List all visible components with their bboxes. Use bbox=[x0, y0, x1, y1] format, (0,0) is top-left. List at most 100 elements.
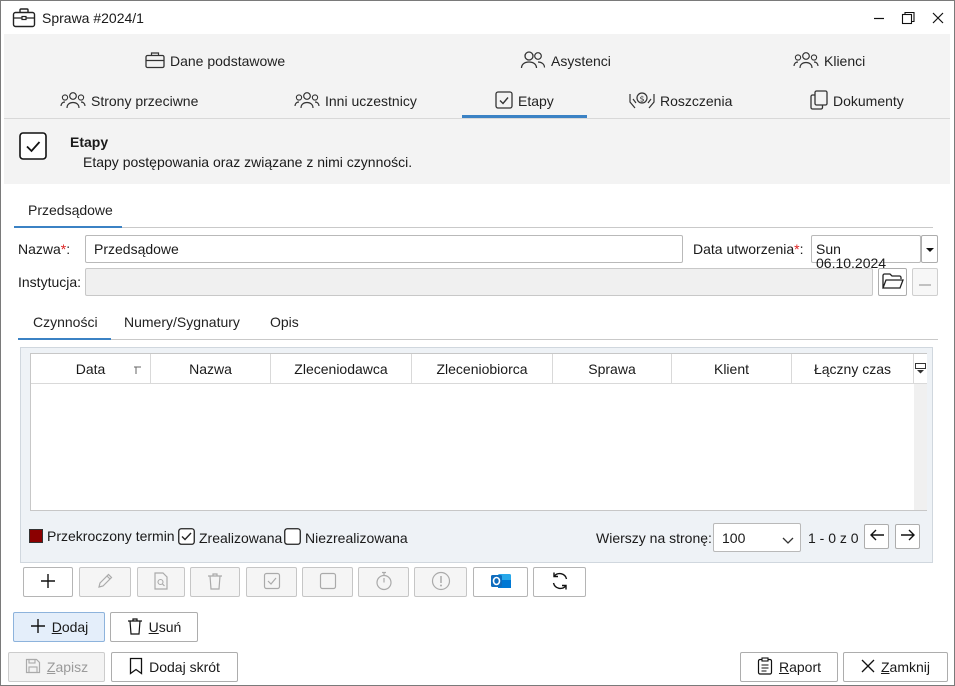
save-button[interactable]: Zapisz bbox=[8, 652, 105, 682]
column-header-data[interactable]: Data bbox=[31, 354, 151, 384]
institution-input[interactable] bbox=[85, 268, 873, 296]
tab-strony-przeciwne[interactable]: Strony przeciwne bbox=[60, 86, 198, 116]
window-title: Sprawa #2024/1 bbox=[42, 10, 144, 26]
arrow-right-icon bbox=[900, 528, 916, 545]
divider bbox=[18, 339, 938, 340]
tab-asystenci[interactable]: Asystenci bbox=[520, 46, 611, 76]
save-icon bbox=[25, 658, 41, 677]
active-stage-indicator bbox=[14, 226, 122, 228]
briefcase-icon bbox=[12, 7, 36, 32]
legend-overdue: Przekroczony termin bbox=[29, 528, 175, 544]
section-header bbox=[9, 119, 947, 183]
group-icon bbox=[793, 50, 819, 73]
tab-klienci[interactable]: Klienci bbox=[793, 46, 865, 76]
column-chooser-icon[interactable] bbox=[914, 354, 927, 384]
window: Sprawa #2024/1 Dane podstawowe Asystenci… bbox=[0, 0, 955, 686]
outlook-button[interactable] bbox=[473, 567, 528, 597]
close-icon[interactable] bbox=[929, 9, 947, 27]
tab-opis[interactable]: Opis bbox=[270, 314, 299, 330]
page-range: 1 - 0 z 0 bbox=[808, 530, 859, 546]
documents-icon bbox=[810, 89, 828, 113]
checkbox-icon bbox=[495, 90, 513, 112]
name-label: Nazwa*: bbox=[18, 241, 71, 257]
legend-done[interactable]: Zrealizowana bbox=[178, 528, 282, 548]
institution-label: Instytucja: bbox=[18, 274, 82, 290]
tab-label: Etapy bbox=[518, 93, 554, 109]
date-label: Data utworzenia*: bbox=[693, 241, 804, 257]
add-activity-button[interactable] bbox=[23, 567, 73, 597]
group-icon bbox=[294, 90, 320, 113]
tab-label: Roszczenia bbox=[660, 93, 733, 109]
people-icon bbox=[520, 50, 546, 73]
money-hands-icon: $ bbox=[629, 90, 655, 113]
legend-not-done[interactable]: Niezrealizowana bbox=[284, 528, 408, 548]
restore-icon[interactable] bbox=[899, 9, 917, 27]
name-input[interactable]: Przedsądowe bbox=[85, 235, 683, 263]
add-icon bbox=[39, 572, 57, 593]
minimize-icon[interactable] bbox=[870, 9, 888, 27]
column-header-sprawa[interactable]: Sprawa bbox=[553, 354, 672, 384]
tab-label: Dokumenty bbox=[833, 93, 904, 109]
next-page-button[interactable] bbox=[895, 524, 920, 549]
checkbox-unchecked-icon[interactable] bbox=[284, 528, 301, 548]
divider bbox=[14, 227, 933, 228]
date-input[interactable]: Sun 06.10.2024 bbox=[811, 235, 921, 270]
square-icon bbox=[319, 572, 337, 593]
column-header-klient[interactable]: Klient bbox=[672, 354, 792, 384]
tab-etapy[interactable]: Etapy bbox=[495, 86, 554, 116]
tab-dokumenty[interactable]: Dokumenty bbox=[810, 86, 904, 116]
column-header-zleceniodawca[interactable]: Zleceniodawca bbox=[271, 354, 412, 384]
scrollbar[interactable] bbox=[914, 384, 927, 510]
alert-icon bbox=[431, 571, 451, 594]
tab-numery-sygnatury[interactable]: Numery/Sygnatury bbox=[124, 314, 240, 330]
tab-label: Asystenci bbox=[551, 53, 611, 69]
activities-grid: Data Nazwa Zleceniodawca Zleceniobiorca … bbox=[30, 353, 927, 511]
tab-inni-uczestnicy[interactable]: Inni uczestnicy bbox=[294, 86, 417, 116]
refresh-button[interactable] bbox=[533, 567, 586, 597]
timer-button[interactable] bbox=[358, 567, 409, 597]
alert-button[interactable] bbox=[414, 567, 467, 597]
check-icon bbox=[263, 572, 281, 593]
stage-tab-przedsadowe[interactable]: Przedsądowe bbox=[28, 202, 113, 218]
mark-done-button[interactable] bbox=[246, 567, 297, 597]
delete-activity-button[interactable] bbox=[190, 567, 240, 597]
prev-page-button[interactable] bbox=[864, 524, 889, 549]
filter-icon[interactable] bbox=[133, 362, 142, 378]
refresh-icon bbox=[550, 571, 570, 594]
tab-label: Dane podstawowe bbox=[170, 53, 286, 69]
delete-icon bbox=[207, 572, 223, 593]
add-stage-button[interactable]: Dodaj bbox=[13, 612, 105, 642]
clipboard-icon bbox=[757, 656, 773, 678]
clear-button[interactable] bbox=[912, 268, 938, 296]
report-button[interactable]: Raport bbox=[740, 652, 838, 682]
rows-per-page-select[interactable]: 100 bbox=[713, 523, 801, 552]
tab-dane-podstawowe[interactable]: Dane podstawowe bbox=[145, 46, 285, 76]
edit-activity-button[interactable] bbox=[79, 567, 131, 597]
outlook-icon bbox=[490, 571, 512, 594]
tab-czynnosci[interactable]: Czynności bbox=[33, 314, 98, 330]
column-header-zleceniobiorca[interactable]: Zleceniobiorca bbox=[412, 354, 553, 384]
active-detail-tab-indicator bbox=[18, 338, 111, 340]
chevron-down-icon bbox=[925, 241, 935, 257]
briefcase-icon bbox=[145, 51, 165, 72]
column-header-laczny-czas[interactable]: Łączny czas bbox=[792, 354, 914, 384]
close-button[interactable]: Zamknij bbox=[843, 652, 948, 682]
browse-button[interactable] bbox=[878, 268, 907, 296]
activities-panel: Data Nazwa Zleceniodawca Zleceniobiorca … bbox=[20, 347, 933, 563]
checkbox-icon bbox=[19, 132, 47, 163]
tab-label: Strony przeciwne bbox=[91, 93, 199, 109]
preview-activity-button[interactable] bbox=[137, 567, 185, 597]
minus-icon bbox=[918, 274, 932, 290]
preview-icon bbox=[153, 571, 169, 593]
tab-label: Klienci bbox=[824, 53, 866, 69]
column-header-nazwa[interactable]: Nazwa bbox=[151, 354, 271, 384]
tab-label: Inni uczestnicy bbox=[325, 93, 417, 109]
tab-roszczenia[interactable]: $ Roszczenia bbox=[629, 86, 732, 116]
section-title: Etapy bbox=[70, 134, 109, 150]
mark-not-done-button[interactable] bbox=[302, 567, 353, 597]
date-dropdown-button[interactable] bbox=[921, 235, 938, 263]
remove-stage-button[interactable]: Usuń bbox=[110, 612, 198, 642]
add-shortcut-button[interactable]: Dodaj skrót bbox=[111, 652, 238, 682]
svg-text:$: $ bbox=[639, 94, 644, 103]
checkbox-checked-icon[interactable] bbox=[178, 528, 195, 548]
